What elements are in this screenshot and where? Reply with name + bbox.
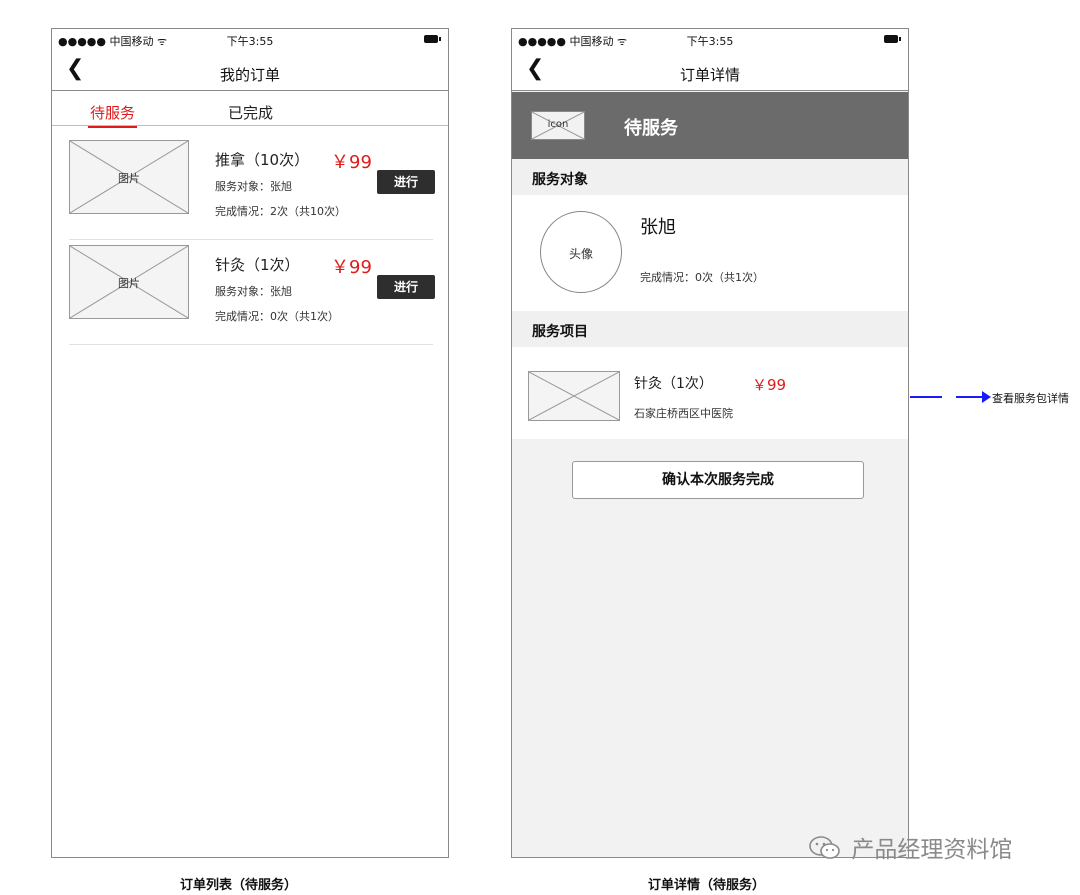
- tab-completed[interactable]: 已完成: [228, 102, 273, 123]
- status-time: 下午3:55: [686, 35, 734, 48]
- nav-bar: ❮ 订单详情: [512, 51, 908, 91]
- service-name: 推拿（10次）: [215, 151, 310, 169]
- section-header-items: 服务项目: [512, 311, 908, 347]
- service-location: 石家庄桥西区中医院: [634, 407, 733, 420]
- order-item[interactable]: 图片 针灸（1次） ￥99 服务对象：张旭 完成情况：0次（共1次） 进行: [69, 245, 435, 345]
- order-list-screen: ●●●●● 中国移动 ᯤ 下午3:55 ❮ 我的订单 待服务 已完成 图片 推拿…: [51, 28, 449, 858]
- page-title: 订单详情: [679, 66, 740, 84]
- service-progress: 完成情况：0次（共1次）: [640, 271, 764, 284]
- watermark: 产品经理资料馆: [808, 830, 1012, 867]
- image-placeholder: 图片: [69, 140, 189, 214]
- placeholder-cross-icon: [529, 372, 619, 420]
- annotation-text: 查看服务包详情: [992, 392, 1069, 405]
- arrow-right-icon: [982, 391, 991, 403]
- page-title: 我的订单: [219, 66, 280, 84]
- service-progress: 完成情况：0次（共1次）: [215, 310, 339, 323]
- annotation-line: [910, 396, 942, 398]
- start-button[interactable]: 进行: [377, 275, 435, 299]
- service-name: 针灸（1次）: [634, 376, 713, 392]
- order-detail-screen: ●●●●● 中国移动 ᯤ 下午3:55 ❮ 订单详情 icon 待服务 服务对象…: [511, 28, 909, 858]
- battery-icon: [424, 35, 441, 43]
- order-status-header: icon 待服务: [512, 92, 908, 159]
- status-bar: ●●●●● 中国移动 ᯤ 下午3:55: [512, 29, 908, 51]
- section-title: 服务项目: [532, 324, 588, 340]
- section-header-target: 服务对象: [512, 159, 908, 195]
- battery-icon: [884, 35, 901, 43]
- service-progress: 完成情况：2次（共10次）: [215, 205, 346, 218]
- confirm-complete-button[interactable]: 确认本次服务完成: [572, 461, 864, 499]
- caption-order-list: 订单列表（待服务）: [180, 878, 298, 893]
- service-price: ￥99: [331, 257, 372, 278]
- service-price: ￥99: [331, 152, 372, 173]
- image-placeholder: [528, 371, 620, 421]
- avatar-label: 头像: [568, 247, 593, 261]
- image-label: 图片: [118, 172, 140, 185]
- service-price: ￥99: [752, 376, 787, 394]
- section-title: 服务对象: [532, 172, 588, 188]
- service-name: 针灸（1次）: [215, 256, 300, 274]
- service-item-card[interactable]: 针灸（1次） ￥99 石家庄桥西区中医院: [512, 347, 908, 439]
- service-target: 服务对象：张旭: [215, 285, 292, 298]
- start-button[interactable]: 进行: [377, 170, 435, 194]
- avatar: 头像: [540, 211, 622, 293]
- image-label: 图片: [118, 277, 140, 290]
- service-target-card: 头像 张旭 完成情况：0次（共1次）: [512, 195, 908, 311]
- tab-pending[interactable]: 待服务: [87, 102, 138, 128]
- order-tabs: 待服务 已完成: [52, 92, 448, 128]
- annotation-line: [956, 396, 984, 398]
- person-name: 张旭: [640, 217, 676, 238]
- status-icon-placeholder: icon: [531, 111, 585, 140]
- status-bar: ●●●●● 中国移动 ᯤ 下午3:55: [52, 29, 448, 51]
- nav-bar: ❮ 我的订单: [52, 51, 448, 91]
- wechat-icon: [808, 835, 844, 867]
- status-time: 下午3:55: [226, 35, 274, 48]
- order-status: 待服务: [624, 118, 678, 139]
- service-target: 服务对象：张旭: [215, 180, 292, 193]
- order-item[interactable]: 图片 推拿（10次） ￥99 服务对象：张旭 完成情况：2次（共10次） 进行: [69, 140, 435, 240]
- image-placeholder: 图片: [69, 245, 189, 319]
- icon-label: icon: [547, 119, 569, 130]
- watermark-text: 产品经理资料馆: [851, 837, 1013, 863]
- caption-order-detail: 订单详情（待服务）: [648, 878, 766, 893]
